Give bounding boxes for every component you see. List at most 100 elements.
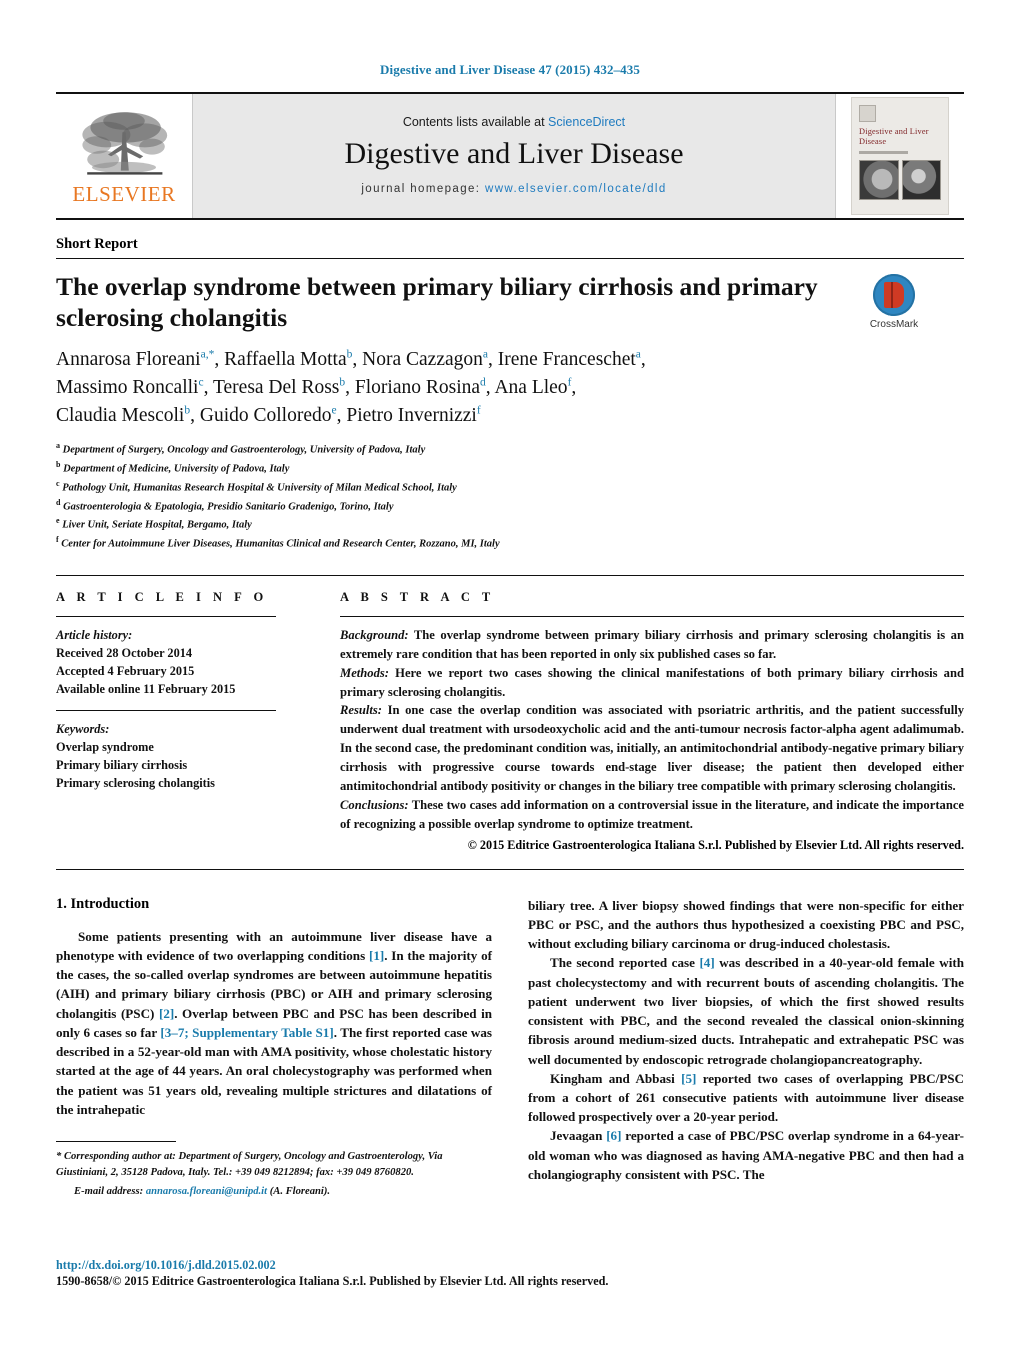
affiliation-text: Center for Autoimmune Liver Diseases, Hu… [61,538,500,550]
abstract-paragraph: Background: The overlap syndrome between… [340,626,964,664]
doi-link[interactable]: http://dx.doi.org/10.1016/j.dld.2015.02.… [56,1258,964,1273]
affiliation-mark: c [56,478,60,488]
abstract-lead: Background: [340,627,409,642]
email-suffix: (A. Floreani). [267,1185,331,1197]
affiliation-item: b Department of Medicine, University of … [56,459,964,478]
cover-ct-image-right [901,159,941,200]
affiliation-item: c Pathology Unit, Humanitas Research Hos… [56,478,964,497]
correspondence-footnote: * Corresponding author at: Department of… [56,1133,492,1200]
affiliation-mark: d [56,497,61,507]
crossmark-badge[interactable]: CrossMark [846,274,942,330]
info-divider-1 [56,615,276,617]
abstract-lead: Conclusions: [340,797,409,812]
affiliation-text: Gastroenterologia & Epatologia, Presidio… [63,501,394,513]
body-paragraph: The second reported case [4] was describ… [528,955,964,1067]
cover-images [859,159,941,200]
title-row: The overlap syndrome between primary bil… [56,272,964,333]
abstract-paragraph: Conclusions: These two cases add informa… [340,796,964,834]
body-text-right: biliary tree. A liver biopsy showed find… [528,896,964,1185]
homepage-url[interactable]: www.elsevier.com/locate/dld [485,183,667,195]
keywords-label: Keywords: [56,721,110,736]
running-head: Digestive and Liver Disease 47 (2015) 43… [380,62,640,77]
contents-prefix: Contents lists available at [402,115,549,129]
paper-page: Digestive and Liver Disease 47 (2015) 43… [0,0,1020,1351]
citation-link[interactable]: [3–7; Supplementary Table S1] [160,1025,333,1040]
author-line: Annarosa Floreania,*, Raffaella Mottab, … [56,348,646,371]
email-line: E-mail address: annarosa.floreani@unipd.… [56,1184,492,1200]
author-list: Annarosa Floreania,*, Raffaella Mottab, … [56,346,964,429]
body-columns: 1. Introduction Some patients presenting… [56,896,964,1200]
citation-link[interactable]: [5] [681,1071,696,1086]
article-info-heading: A R T I C L E I N F O [56,589,268,604]
elsevier-tree-icon [82,111,168,175]
affiliation-mark: a [56,441,60,451]
history-accepted: Accepted 4 February 2015 [56,664,195,679]
footnote-rule [56,1140,176,1142]
crossmark-book-shape [884,282,904,308]
email-link[interactable]: annarosa.floreani@unipd.it [146,1186,267,1197]
body-paragraph: Kingham and Abbasi [5] reported two case… [528,1070,964,1125]
cover-badge-icon [859,105,876,122]
info-divider-2 [56,709,276,711]
abstract-divider [340,615,964,617]
abstract-bottom-rule [56,868,964,870]
sciencedirect-link[interactable]: ScienceDirect [548,115,625,129]
article-info-column: A R T I C L E I N F O Article history: R… [56,590,340,853]
affiliation-text: Department of Medicine, University of Pa… [63,463,290,475]
citation-link[interactable]: [6] [606,1128,621,1143]
crossmark-label: CrossMark [869,319,919,330]
contents-available-line: Contents lists available at ScienceDirec… [403,115,625,129]
abstract-text: Here we report two cases showing the cli… [340,665,964,699]
abstract-body: Background: The overlap syndrome between… [340,626,964,834]
keywords-block: Keywords: Overlap syndrome Primary bilia… [56,720,324,793]
journal-homepage-line: journal homepage: www.elsevier.com/locat… [361,183,666,195]
journal-cover-thumbnail: Digestive and Liver Disease [851,97,949,215]
body-column-right: biliary tree. A liver biopsy showed find… [528,896,964,1200]
keyword-item: Primary sclerosing cholangitis [56,776,215,791]
abstract-column: A B S T R A C T Background: The overlap … [340,590,964,853]
citation-link[interactable]: [1] [369,948,384,963]
article-type-label: Short Report [56,236,964,259]
affiliation-mark: b [56,460,61,470]
body-column-left: 1. Introduction Some patients presenting… [56,896,492,1200]
homepage-label: journal homepage: [361,183,486,195]
elsevier-wordmark: ELSEVIER [72,181,176,206]
affiliation-mark: f [56,535,59,545]
history-online: Available online 11 February 2015 [56,682,236,697]
article-history-label: Article history: [56,627,133,642]
keyword-item: Primary biliary cirrhosis [56,757,188,772]
affiliation-list: a Department of Surgery, Oncology and Ga… [56,440,964,553]
abstract-lead: Results: [340,703,382,718]
body-paragraph: biliary tree. A liver biopsy showed find… [528,897,964,952]
masthead-center: Contents lists available at ScienceDirec… [192,94,836,218]
journal-title: Digestive and Liver Disease [344,137,684,170]
section-heading-introduction: 1. Introduction [56,895,150,912]
body-paragraph: Some patients presenting with an autoimm… [56,928,493,1117]
history-received: Received 28 October 2014 [56,646,193,661]
author-line: Claudia Mescolib, Guido Colloredoe, Piet… [56,404,481,426]
affiliation-item: e Liver Unit, Seriate Hospital, Bergamo,… [56,515,964,534]
author-line: Massimo Roncallic, Teresa Del Rossb, Flo… [56,376,577,398]
affiliation-item: d Gastroenterologia & Epatologia, Presid… [56,497,964,516]
citation-link[interactable]: [4] [699,955,714,970]
publisher-logo: ELSEVIER [56,94,192,218]
keyword-item: Overlap syndrome [56,739,154,754]
issn-copyright-line: 1590-8658/© 2015 Editrice Gastroenterolo… [56,1274,609,1288]
affiliation-text: Liver Unit, Seriate Hospital, Bergamo, I… [62,519,252,531]
journal-cover-container: Digestive and Liver Disease [836,94,964,218]
abstract-heading: A B S T R A C T [340,589,495,604]
abstract-text: These two cases add information on a con… [340,797,964,831]
footer-block: http://dx.doi.org/10.1016/j.dld.2015.02.… [56,1258,964,1289]
cover-title: Digestive and Liver Disease [859,127,929,147]
cover-ct-image-left [859,159,899,200]
affiliation-item: f Center for Autoimmune Liver Diseases, … [56,534,964,553]
cover-subtitle-rule [859,150,941,154]
article-history-block: Article history: Received 28 October 201… [56,626,324,699]
body-paragraph: Jevaagan [6] reported a case of PBC/PSC … [528,1128,964,1182]
abstract-text: The overlap syndrome between primary bil… [340,627,964,661]
journal-masthead: ELSEVIER Contents lists available at Sci… [56,92,964,220]
email-label: E-mail address: [74,1185,144,1197]
abstract-paragraph: Results: In one case the overlap conditi… [340,701,964,795]
citation-link[interactable]: [2] [159,1006,174,1021]
affiliation-text: Pathology Unit, Humanitas Research Hospi… [62,482,457,494]
